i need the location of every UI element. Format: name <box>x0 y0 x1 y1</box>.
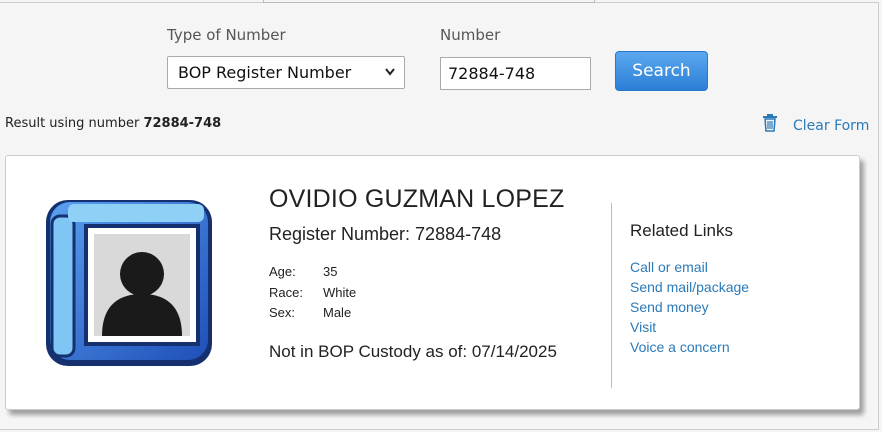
card-divider <box>611 203 612 388</box>
link-visit[interactable]: Visit <box>630 319 656 335</box>
type-of-number-value: BOP Register Number <box>178 63 352 82</box>
race-value: White <box>323 285 357 300</box>
person-silhouette-icon <box>42 194 222 378</box>
trash-icon <box>762 114 778 136</box>
link-voice-a-concern[interactable]: Voice a concern <box>630 339 730 355</box>
chevron-down-icon <box>384 57 396 100</box>
number-input[interactable]: 72884-748 <box>440 57 591 90</box>
top-tab-outline <box>263 0 595 3</box>
age-label: Age: <box>269 264 296 279</box>
inmate-name: OVIDIO GUZMAN LOPEZ <box>269 185 565 213</box>
inmate-result-card: OVIDIO GUZMAN LOPEZ Register Number: 728… <box>5 155 860 410</box>
result-summary: Result using number 72884-748 <box>5 116 221 131</box>
type-of-number-select[interactable]: BOP Register Number <box>167 56 405 89</box>
sex-label: Sex: <box>269 305 296 320</box>
link-call-or-email[interactable]: Call or email <box>630 259 708 275</box>
link-send-money[interactable]: Send money <box>630 299 709 315</box>
search-button[interactable]: Search <box>615 51 708 91</box>
number-label: Number <box>440 26 501 44</box>
race-label: Race: <box>269 285 303 300</box>
result-prefix: Result using number <box>5 116 140 131</box>
type-of-number-label: Type of Number <box>167 26 286 44</box>
register-number: Register Number: 72884-748 <box>269 224 502 244</box>
result-number: 72884-748 <box>143 116 222 131</box>
age-value: 35 <box>323 264 338 279</box>
custody-status: Not in BOP Custody as of: 07/14/2025 <box>269 342 557 361</box>
related-links-title: Related Links <box>630 221 734 240</box>
link-send-mail-package[interactable]: Send mail/package <box>630 279 749 295</box>
clear-form-label: Clear Form <box>793 118 870 134</box>
sex-value: Male <box>323 305 352 320</box>
